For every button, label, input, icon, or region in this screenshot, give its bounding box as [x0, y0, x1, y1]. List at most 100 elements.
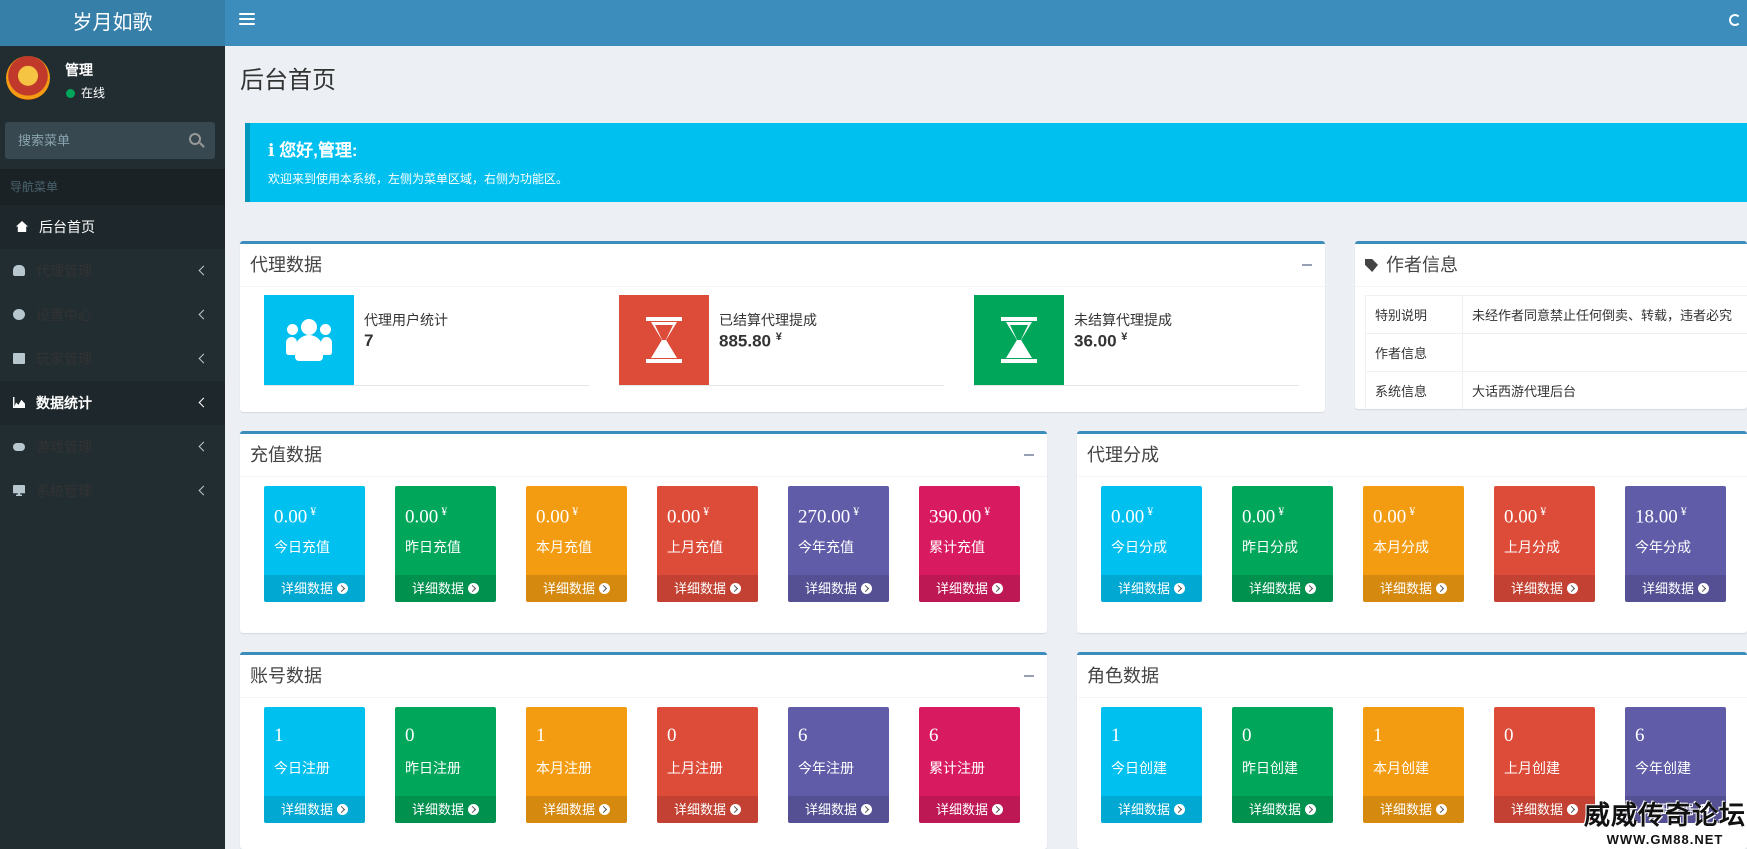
- more-info-link[interactable]: 详细数据: [788, 575, 889, 602]
- more-info-link[interactable]: 详细数据: [526, 575, 627, 602]
- menu-toggle-icon[interactable]: [239, 13, 255, 27]
- app-logo[interactable]: 岁月如歌: [0, 0, 225, 46]
- stat-tile-label: 本月创建: [1373, 760, 1429, 776]
- agent-data-box: 代理数据 代理用户统计 7 已结算代理提成 885.80 ¥ 未结算代理提成 3…: [240, 241, 1325, 412]
- currency-unit: ¥: [1680, 504, 1687, 518]
- more-info-link[interactable]: 详细数据: [919, 575, 1020, 602]
- info-box-value: 7: [364, 331, 374, 350]
- stat-tile-value: 6: [798, 725, 808, 746]
- more-info-link[interactable]: 详细数据: [264, 796, 365, 823]
- stat-tile: 0 昨日创建 详细数据: [1232, 707, 1333, 823]
- currency-unit: ¥: [984, 504, 991, 518]
- more-info-link[interactable]: 详细数据: [919, 796, 1020, 823]
- stat-tile-value: 6: [929, 725, 939, 746]
- more-info-label: 详细数据: [542, 802, 595, 817]
- search-input[interactable]: [5, 122, 175, 159]
- more-info-link[interactable]: 详细数据: [395, 575, 496, 602]
- sidebar-item-label: 玩家管理: [36, 351, 92, 367]
- stat-tile-label: 今年注册: [798, 760, 854, 776]
- chevron-left-icon: [198, 265, 209, 276]
- chevron-left-icon: [198, 309, 209, 320]
- box-title: 充值数据: [240, 434, 1047, 477]
- stat-tile-value: 1: [1373, 725, 1383, 746]
- more-info-link[interactable]: 详细数据: [1363, 575, 1464, 602]
- more-info-link[interactable]: 详细数据: [1232, 796, 1333, 823]
- sidebar-item-home[interactable]: 后台首页: [0, 205, 225, 249]
- arrow-circle-right-icon: [730, 804, 741, 815]
- stat-tile-value-wrap: 1: [1111, 725, 1121, 747]
- more-info-link[interactable]: 详细数据: [526, 796, 627, 823]
- refresh-icon[interactable]: [1729, 14, 1741, 26]
- stat-tile-value-wrap: 1: [274, 725, 284, 747]
- sidebar-item-agents[interactable]: 代理管理: [0, 249, 225, 293]
- arrow-circle-right-icon: [861, 804, 872, 815]
- sidebar-item-label: 设置中心: [36, 307, 92, 323]
- stat-tile-value: 390.00: [929, 506, 982, 528]
- box-title-text: 代理数据: [250, 255, 322, 275]
- more-info-link[interactable]: 详细数据: [788, 796, 889, 823]
- stat-tile-label: 今日注册: [274, 760, 330, 776]
- stat-tile-value-wrap: 18.00 ¥: [1635, 504, 1687, 528]
- more-info-label: 详细数据: [280, 802, 333, 817]
- stat-tile-value: 0.00: [1504, 506, 1538, 528]
- sidebar-item-settings[interactable]: 设置中心: [0, 293, 225, 337]
- box-title: 角色数据: [1077, 655, 1747, 698]
- collapse-icon[interactable]: [1024, 454, 1034, 456]
- sidebar-item-statistics[interactable]: 数据统计: [0, 381, 225, 425]
- stat-tile-label: 今年创建: [1635, 760, 1691, 776]
- more-info-label: 详细数据: [1248, 581, 1301, 596]
- table-cell-value: 未经作者同意禁止任何倒卖、转载，违者必究: [1462, 295, 1747, 334]
- chevron-left-icon: [198, 353, 209, 364]
- sidebar-item-games[interactable]: 游戏管理: [0, 425, 225, 469]
- chevron-left-icon: [198, 397, 209, 408]
- box-title: 代理数据: [240, 244, 1325, 287]
- collapse-icon[interactable]: [1024, 675, 1034, 677]
- stat-tile: 0.00 ¥ 昨日充值 详细数据: [395, 486, 496, 602]
- arrow-circle-right-icon: [599, 583, 610, 594]
- currency-unit: ¥: [775, 331, 782, 343]
- arrow-circle-right-icon: [1305, 804, 1316, 815]
- stat-tile-value-wrap: 390.00 ¥: [929, 504, 990, 528]
- stat-tile-label: 累计注册: [929, 760, 985, 776]
- currency-unit: ¥: [441, 504, 448, 518]
- more-info-label: 详细数据: [1641, 581, 1694, 596]
- more-info-label: 详细数据: [935, 581, 988, 596]
- more-info-link[interactable]: 详细数据: [264, 575, 365, 602]
- more-info-link[interactable]: 详细数据: [1494, 796, 1595, 823]
- info-box-label: 代理用户统计: [364, 312, 448, 328]
- more-info-link[interactable]: 详细数据: [1232, 575, 1333, 602]
- search-icon[interactable]: [189, 133, 201, 145]
- more-info-link[interactable]: 详细数据: [1363, 796, 1464, 823]
- more-info-link[interactable]: 详细数据: [1101, 796, 1202, 823]
- more-info-label: 详细数据: [1510, 802, 1563, 817]
- stat-tile: 1 本月创建详细数据: [1363, 707, 1464, 823]
- author-info-table: 特别说明 未经作者同意禁止任何倒卖、转载，违者必究 作者信息 系统信息 大话西游代理…: [1365, 295, 1747, 409]
- more-info-link[interactable]: 详细数据: [657, 796, 758, 823]
- more-info-link[interactable]: 详细数据: [1625, 575, 1726, 602]
- more-info-link[interactable]: 详细数据: [1494, 575, 1595, 602]
- area-chart-icon: [13, 397, 25, 408]
- info-box-agent-users: 代理用户统计 7: [264, 295, 589, 386]
- arrow-circle-right-icon: [1436, 804, 1447, 815]
- more-info-link[interactable]: 详细数据: [657, 575, 758, 602]
- sidebar-item-system[interactable]: 系统管理: [0, 469, 225, 513]
- more-info-link[interactable]: 详细数据: [1101, 575, 1202, 602]
- home-icon: [16, 221, 28, 232]
- more-info-label: 详细数据: [411, 581, 464, 596]
- gamepad-icon: [13, 443, 25, 451]
- arrow-circle-right-icon: [337, 583, 348, 594]
- stat-tile-value: 0.00: [1111, 506, 1145, 528]
- welcome-callout: ℹ 您好,管理: 欢迎来到使用本系统，左侧为菜单区域，右侧为功能区。: [245, 123, 1747, 202]
- table-cell-key: 作者信息: [1365, 333, 1463, 372]
- user-name: 管理: [65, 62, 93, 78]
- users-icon: [13, 265, 25, 276]
- arrow-circle-right-icon: [468, 804, 479, 815]
- info-box-value-wrap: 885.80 ¥: [719, 331, 782, 352]
- chevron-left-icon: [198, 441, 209, 452]
- sidebar-item-players[interactable]: 玩家管理: [0, 337, 225, 381]
- more-info-link[interactable]: 详细数据: [395, 796, 496, 823]
- stat-tile-value: 18.00: [1635, 506, 1678, 528]
- collapse-icon[interactable]: [1302, 264, 1312, 266]
- table-cell-key: 特别说明: [1365, 295, 1463, 334]
- nav-header: 导航菜单: [0, 169, 225, 205]
